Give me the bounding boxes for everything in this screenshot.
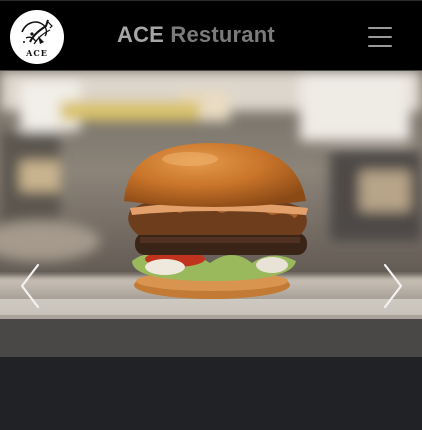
brand-primary: ACE	[117, 22, 165, 47]
carousel-next-button[interactable]	[377, 261, 407, 311]
hero-carousel[interactable]	[0, 71, 422, 357]
logo-text: ACE	[25, 48, 48, 58]
hamburger-icon[interactable]	[366, 25, 394, 49]
hamburger-line	[368, 36, 392, 38]
top-navbar: ACE ACE Resturant	[0, 0, 422, 71]
carousel-prev-button[interactable]	[16, 261, 46, 311]
chevron-right-icon	[383, 263, 403, 309]
chevron-left-icon	[20, 263, 40, 309]
burger-photo	[0, 71, 422, 357]
hamburger-line	[368, 27, 392, 29]
page-body-background	[0, 357, 422, 430]
app-root: ACE ACE Resturant	[0, 0, 422, 430]
hamburger-line	[368, 45, 392, 47]
logo[interactable]: ACE	[10, 10, 64, 64]
brand-title[interactable]: ACE Resturant	[117, 22, 275, 48]
brand-secondary: Resturant	[164, 22, 275, 47]
logo-emblem-icon: ACE	[21, 19, 53, 58]
